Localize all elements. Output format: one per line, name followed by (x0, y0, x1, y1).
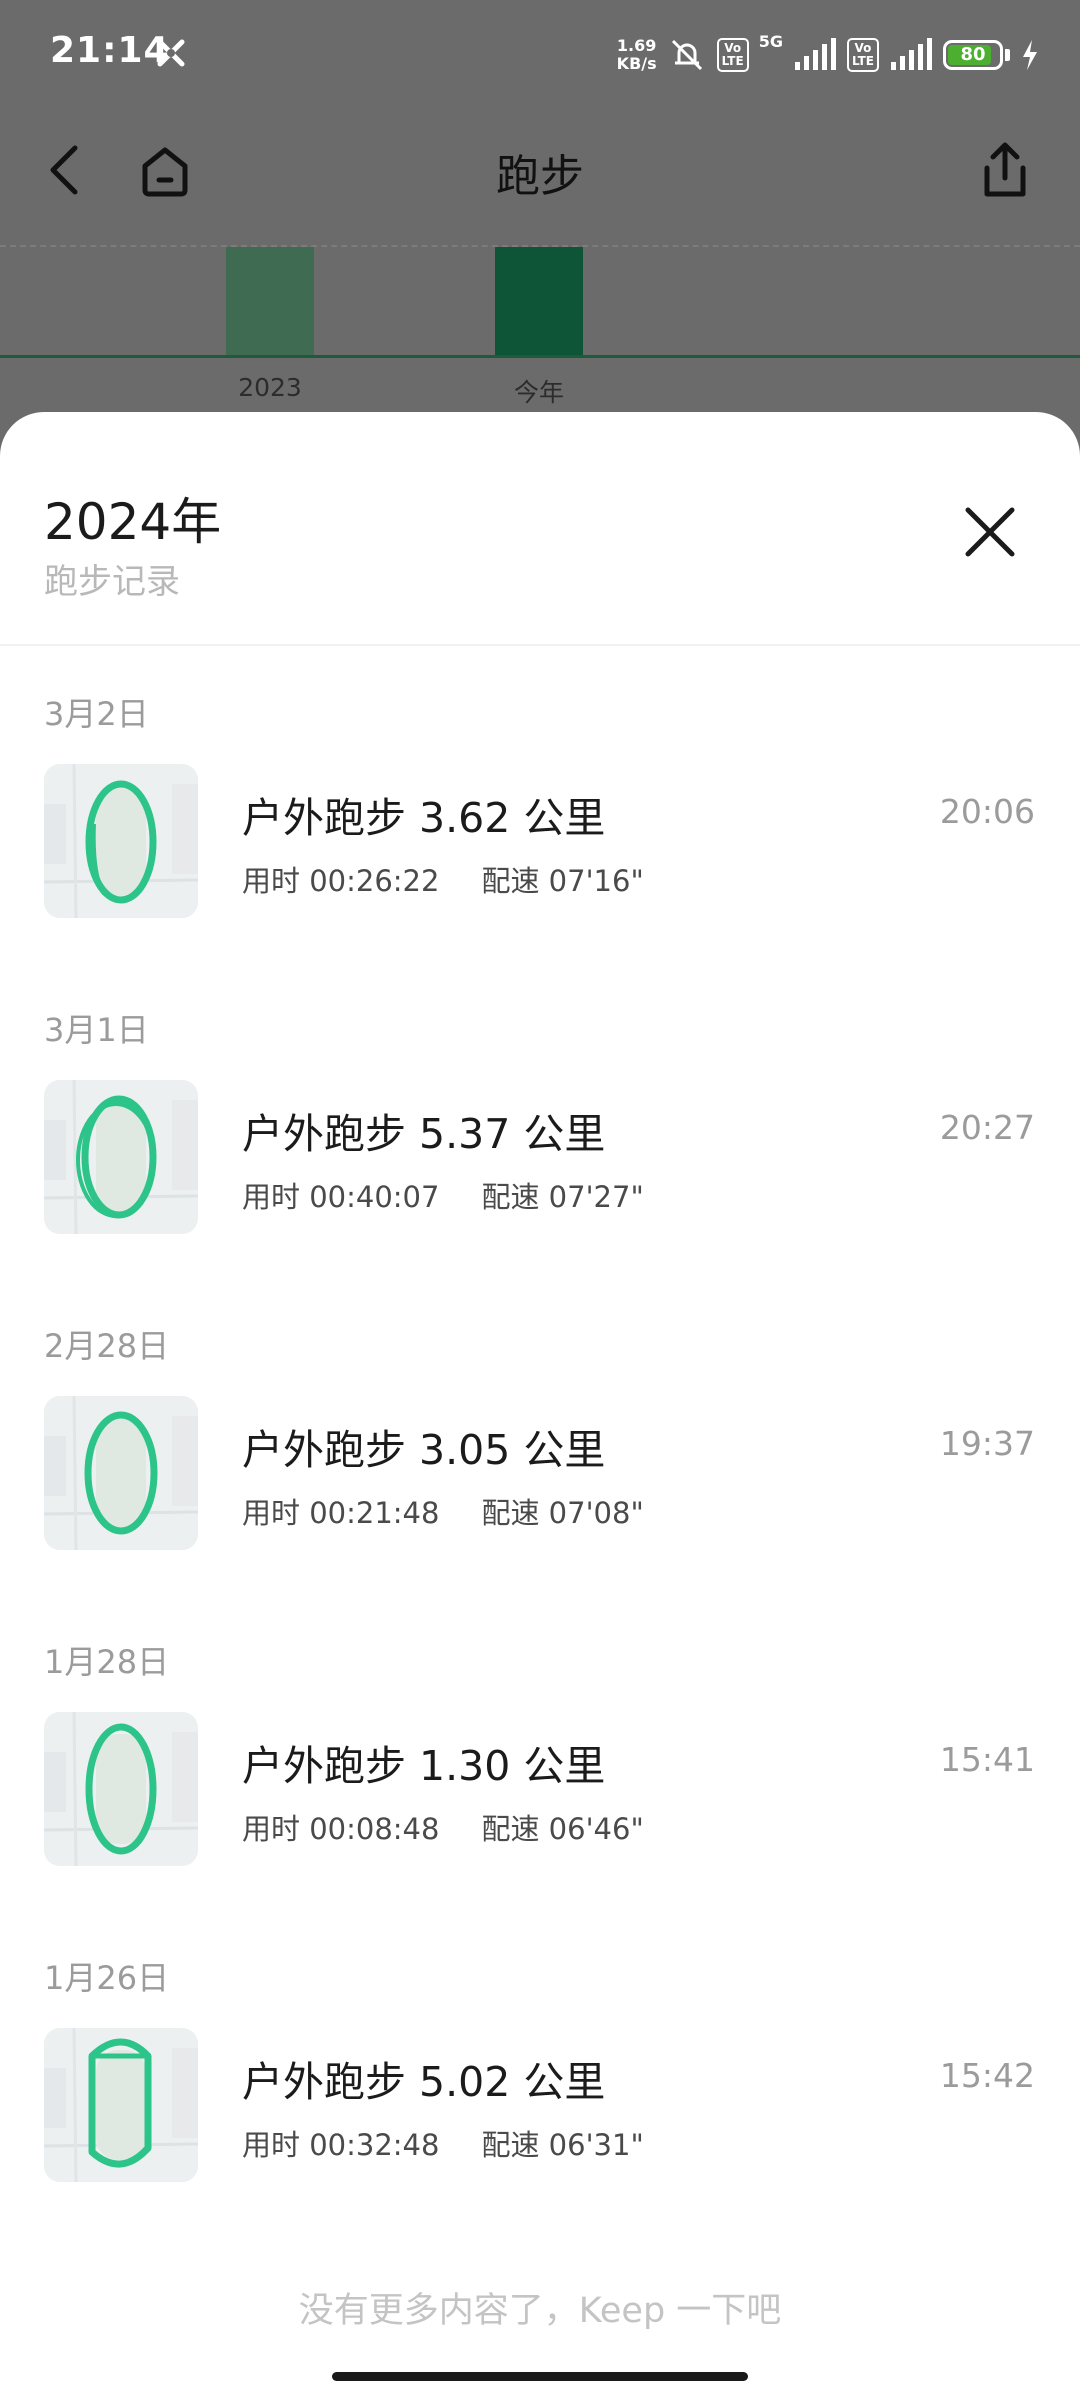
record-duration: 用时 00:21:48 (242, 1496, 440, 1530)
status-bar: 21:14 1.69 KB/s Vo LTE 5G Vo LTE 80 (0, 0, 1080, 110)
end-of-list-text: 没有更多内容了，Keep 一下吧 (298, 2291, 782, 2331)
record-pace: 配速 07'08" (481, 1496, 644, 1530)
route-map-icon (44, 764, 198, 918)
charging-icon (1023, 40, 1037, 70)
battery-tip (1005, 49, 1010, 61)
record-start-time: 15:42 (939, 2056, 1035, 2095)
route-map-thumbnail (44, 1080, 198, 1234)
record-start-time: 15:41 (939, 1740, 1035, 1779)
chart-bar-current[interactable] (495, 247, 583, 355)
network-type: 5G (758, 32, 783, 51)
chart-axis (0, 355, 1080, 358)
share-button[interactable] (970, 135, 1040, 205)
record-duration: 用时 00:08:48 (242, 1812, 440, 1846)
sheet-header: 2024年 跑步记录 (0, 412, 1080, 646)
net-speed: 1.69 KB/s (617, 37, 657, 73)
home-indicator[interactable] (332, 2372, 748, 2381)
yearly-chart: 2023 今年 (0, 245, 1080, 425)
record-meta: 用时 00:08:48 配速 06'46" (242, 1806, 644, 1848)
date-header: 1月26日 (44, 1959, 170, 1997)
battery-icon: 80 (943, 40, 1003, 70)
record-pace: 配速 06'31" (481, 2128, 644, 2162)
record-duration: 用时 00:40:07 (242, 1180, 440, 1214)
volte-badge-2: Vo LTE (846, 38, 879, 72)
route-map-icon (44, 1080, 198, 1234)
route-map-thumbnail (44, 1712, 198, 1866)
battery-level: 80 (960, 44, 986, 65)
chart-label-2023: 2023 (238, 373, 302, 402)
record-title: 户外跑步 1.30 公里 (242, 1742, 606, 1790)
page-title: 跑步 (496, 151, 584, 202)
signal-icon-2 (891, 38, 932, 70)
record-meta: 用时 00:32:48 配速 06'31" (242, 2122, 644, 2164)
record-meta: 用时 00:40:07 配速 07'27" (242, 1174, 644, 1216)
date-header: 1月28日 (44, 1643, 170, 1681)
route-map-thumbnail (44, 764, 198, 918)
run-record-item[interactable]: 户外跑步 1.30 公里用时 00:08:48 配速 06'46" 15:41 (0, 1712, 1080, 1882)
close-button[interactable] (940, 482, 1040, 582)
signal-icon (794, 38, 836, 70)
record-pace: 配速 06'46" (481, 1812, 644, 1846)
chart-label-current: 今年 (513, 378, 564, 407)
record-start-time: 20:06 (939, 792, 1035, 831)
record-start-time: 19:37 (939, 1424, 1035, 1463)
date-header: 2月28日 (44, 1327, 170, 1365)
record-title: 户外跑步 3.62 公里 (242, 794, 606, 842)
route-map-thumbnail (44, 2028, 198, 2182)
sheet-subtitle: 跑步记录 (44, 562, 180, 602)
record-duration: 用时 00:32:48 (242, 2128, 440, 2162)
run-record-item[interactable]: 户外跑步 5.37 公里用时 00:40:07 配速 07'27" 20:27 (0, 1080, 1080, 1250)
record-duration: 用时 00:26:22 (242, 864, 440, 898)
run-record-item[interactable]: 户外跑步 5.02 公里用时 00:32:48 配速 06'31" 15:42 (0, 2028, 1080, 2198)
net-speed-value: 1.69 (616, 36, 657, 55)
mute-icon (671, 39, 702, 71)
close-icon (965, 507, 1015, 557)
net-speed-unit: KB/s (616, 54, 657, 73)
route-map-thumbnail (44, 1396, 198, 1550)
record-start-time: 20:27 (939, 1108, 1035, 1147)
date-header: 3月2日 (44, 695, 149, 733)
app-bar: 跑步 (0, 110, 1080, 230)
route-map-icon (44, 1396, 198, 1550)
share-icon (984, 142, 1026, 197)
route-map-icon (44, 1712, 198, 1866)
network-blocked-icon (157, 39, 185, 67)
chart-bar-2023[interactable] (226, 247, 314, 355)
run-record-item[interactable]: 户外跑步 3.62 公里用时 00:26:22 配速 07'16" 20:06 (0, 764, 1080, 934)
volte-badge: Vo LTE (716, 38, 749, 72)
run-record-item[interactable]: 户外跑步 3.05 公里用时 00:21:48 配速 07'08" 19:37 (0, 1396, 1080, 1566)
status-time: 21:14 (50, 30, 170, 71)
status-icons: 1.69 KB/s Vo LTE 5G Vo LTE 80 (617, 30, 1040, 80)
record-title: 户外跑步 3.05 公里 (242, 1426, 606, 1474)
record-pace: 配速 07'27" (481, 1180, 644, 1214)
records-sheet: 2024年 跑步记录 3月2日户外跑步 3.62 公里用时 00:26:22 配速… (0, 412, 1080, 2400)
record-pace: 配速 07'16" (481, 864, 644, 898)
date-header: 3月1日 (44, 1011, 149, 1049)
sheet-title: 2024年 (44, 493, 222, 551)
record-title: 户外跑步 5.02 公里 (242, 2058, 606, 2106)
route-map-icon (44, 2028, 198, 2182)
record-title: 户外跑步 5.37 公里 (242, 1110, 606, 1158)
record-meta: 用时 00:26:22 配速 07'16" (242, 858, 644, 900)
record-meta: 用时 00:21:48 配速 07'08" (242, 1490, 644, 1532)
